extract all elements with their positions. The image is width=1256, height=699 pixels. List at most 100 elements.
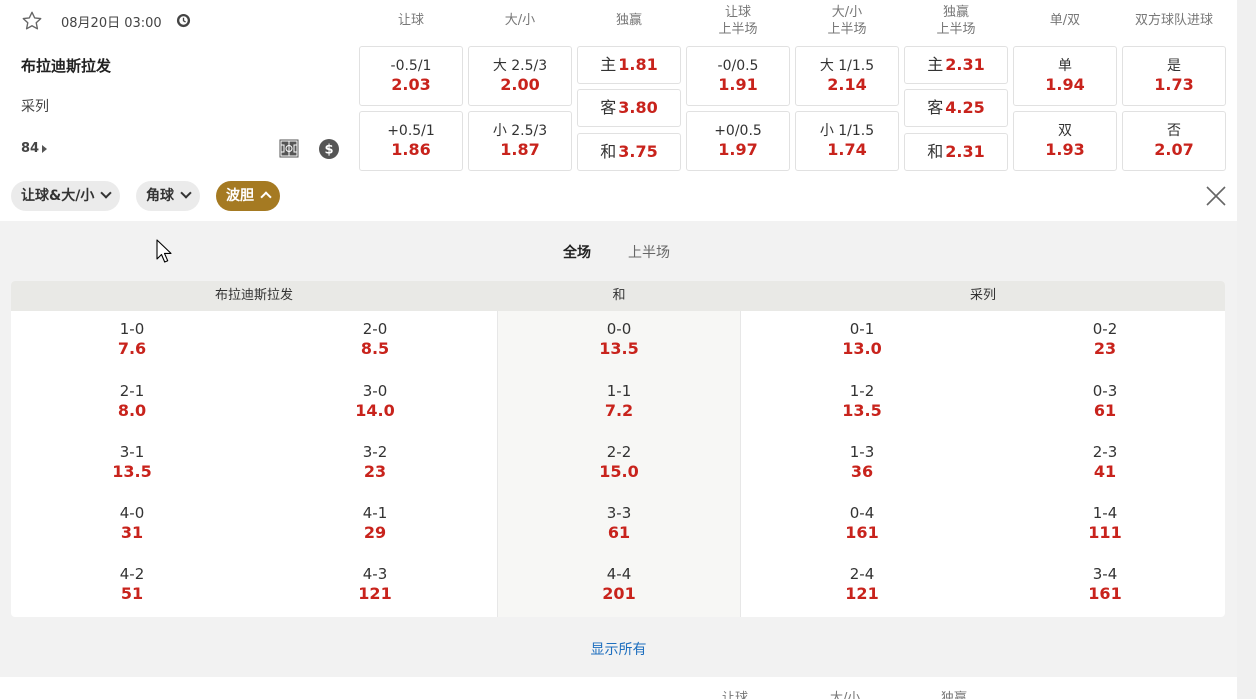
correct-score-panel: 全场 上半场 布拉迪斯拉发 和 采列 1-0 7.6 2-0 8.5 0-0 13.5 0-… — [0, 221, 1237, 677]
score-cell-home-b[interactable]: 4-3 121 — [315, 565, 435, 604]
chip-correct-score[interactable]: 波胆 — [216, 181, 280, 211]
star-favorite-icon[interactable] — [21, 10, 43, 32]
score-label: 4-2 — [119, 565, 145, 583]
odd-cell-btts-no[interactable]: 否 2.07 — [1122, 111, 1226, 171]
chevron-up-icon — [260, 191, 272, 203]
score-odd: 51 — [120, 584, 144, 603]
tab-first-half[interactable]: 上半场 — [628, 242, 670, 262]
home-team-name[interactable]: 布拉迪斯拉发 — [21, 55, 111, 76]
score-cell-away-a[interactable]: 2-4 121 — [802, 565, 922, 604]
score-cell-draw[interactable]: 1-1 7.2 — [559, 382, 679, 421]
score-label: 3-0 — [362, 382, 388, 400]
chip-handicap-ou[interactable]: 让球&大/小 — [11, 181, 121, 211]
caret-right-icon — [42, 144, 48, 153]
score-cell-home-b[interactable]: 3-0 14.0 — [315, 382, 435, 421]
tab-full-time[interactable]: 全场 — [563, 242, 591, 262]
score-cell-away-b[interactable]: 3-4 161 — [1045, 565, 1165, 604]
chip-corners[interactable]: 角球 — [136, 181, 200, 211]
col-header-over-under-1h: 大/小 上半场 — [827, 5, 867, 37]
match-row: 08月20日 03:00 布拉迪斯拉发 采列 84 $ 让球 大/小 独赢 让球… — [0, 0, 1237, 220]
col-header-over-under: 大/小 — [504, 13, 536, 28]
score-label: 0-3 — [1092, 382, 1118, 400]
odd-cell-under-1h[interactable]: 小 1/1.5 1.74 — [795, 111, 899, 171]
odd-cell-1x2-away[interactable]: 客 3.80 — [577, 89, 681, 127]
odd-cell-handicap-away[interactable]: +0.5/1 1.86 — [359, 111, 463, 171]
score-cell-draw[interactable]: 4-4 201 — [559, 565, 679, 604]
pitch-stats-icon[interactable] — [279, 139, 299, 158]
score-cell-away-a[interactable]: 0-4 161 — [802, 504, 922, 543]
col-header-btts: 双方球队进球 — [1134, 13, 1213, 28]
score-odd: 201 — [602, 584, 636, 603]
svg-text:$: $ — [324, 143, 333, 158]
odd-cell-btts-yes[interactable]: 是 1.73 — [1122, 46, 1226, 106]
score-cell-home-b[interactable]: 3-2 23 — [315, 443, 435, 482]
score-cell-away-a[interactable]: 0-1 13.0 — [802, 320, 922, 359]
close-icon[interactable] — [1205, 185, 1227, 207]
odd-cell-1x2-1h-home[interactable]: 主 2.31 — [904, 46, 1008, 84]
score-label: 3-2 — [362, 443, 388, 461]
odd-cell-handicap-home[interactable]: -0.5/1 2.03 — [359, 46, 463, 106]
score-cell-away-a[interactable]: 1-3 36 — [802, 443, 922, 482]
score-cell-away-b[interactable]: 0-2 23 — [1045, 320, 1165, 359]
odd-cell-over-1h[interactable]: 大 1/1.5 2.14 — [795, 46, 899, 106]
score-odd: 23 — [1093, 339, 1117, 358]
score-odd: 31 — [120, 523, 144, 542]
odd-cell-1x2-home[interactable]: 主 1.81 — [577, 46, 681, 84]
score-odd: 61 — [1093, 401, 1117, 420]
odd-cell-1x2-1h-away[interactable]: 客 4.25 — [904, 89, 1008, 127]
score-cell-home-a[interactable]: 3-1 13.5 — [72, 443, 192, 482]
score-odd: 121 — [845, 584, 879, 603]
score-cell-draw[interactable]: 2-2 15.0 — [559, 443, 679, 482]
match-datetime: 08月20日 03:00 — [61, 16, 162, 31]
score-cell-home-a[interactable]: 2-1 8.0 — [72, 382, 192, 421]
vertical-scrollbar[interactable] — [1237, 0, 1256, 699]
score-cell-away-a[interactable]: 1-2 13.5 — [802, 382, 922, 421]
score-label: 2-4 — [849, 565, 875, 583]
col-header-1x2-1h: 独赢 上半场 — [936, 5, 976, 37]
score-label: 4-3 — [362, 565, 388, 583]
score-label: 3-1 — [119, 443, 145, 461]
next-header-over-under: 大/小 — [830, 691, 861, 699]
score-label: 1-4 — [1092, 504, 1118, 522]
odd-cell-1x2-draw[interactable]: 和 3.75 — [577, 133, 681, 171]
odd-cell-handicap-1h-away[interactable]: +0/0.5 1.97 — [686, 111, 790, 171]
score-odd: 161 — [1088, 584, 1122, 603]
cashout-dollar-icon[interactable]: $ — [319, 139, 339, 159]
score-odd: 36 — [850, 462, 874, 481]
score-cell-away-b[interactable]: 1-4 111 — [1045, 504, 1165, 543]
chevron-down-icon — [180, 187, 192, 199]
score-odd: 14.0 — [355, 401, 395, 420]
score-cell-draw[interactable]: 0-0 13.5 — [559, 320, 679, 359]
more-markets-link[interactable]: 84 — [21, 141, 48, 156]
show-all-link[interactable]: 显示所有 — [0, 639, 1237, 659]
odd-cell-1x2-1h-draw[interactable]: 和 2.31 — [904, 133, 1008, 171]
score-cell-home-a[interactable]: 4-2 51 — [72, 565, 192, 604]
score-cell-away-b[interactable]: 0-3 61 — [1045, 382, 1165, 421]
score-cell-home-b[interactable]: 2-0 8.5 — [315, 320, 435, 359]
odd-cell-odd[interactable]: 单 1.94 — [1013, 46, 1117, 106]
score-odd: 7.2 — [604, 401, 634, 420]
score-cell-home-a[interactable]: 4-0 31 — [72, 504, 192, 543]
next-header-handicap: 让球 — [722, 691, 749, 699]
score-cell-away-b[interactable]: 2-3 41 — [1045, 443, 1165, 482]
score-label: 4-4 — [606, 565, 632, 583]
odd-cell-even[interactable]: 双 1.93 — [1013, 111, 1117, 171]
score-odd: 111 — [1088, 523, 1122, 542]
score-odd: 61 — [607, 523, 631, 542]
odd-cell-handicap-1h-home[interactable]: -0/0.5 1.91 — [686, 46, 790, 106]
score-odd: 23 — [363, 462, 387, 481]
score-label: 1-1 — [606, 382, 632, 400]
score-label: 4-1 — [362, 504, 388, 522]
score-cell-home-b[interactable]: 4-1 29 — [315, 504, 435, 543]
score-label: 1-0 — [119, 320, 145, 338]
away-team-name[interactable]: 采列 — [21, 96, 49, 116]
odd-cell-over[interactable]: 大 2.5/3 2.00 — [468, 46, 572, 106]
score-cell-draw[interactable]: 3-3 61 — [559, 504, 679, 543]
next-match-row-partial: 让球 大/小 独赢 — [0, 677, 1237, 699]
score-cell-home-a[interactable]: 1-0 7.6 — [72, 320, 192, 359]
odd-cell-under[interactable]: 小 2.5/3 1.87 — [468, 111, 572, 171]
score-odd: 41 — [1093, 462, 1117, 481]
score-label: 2-2 — [606, 443, 632, 461]
score-odd: 13.5 — [112, 462, 152, 481]
score-odd: 13.5 — [599, 339, 639, 358]
